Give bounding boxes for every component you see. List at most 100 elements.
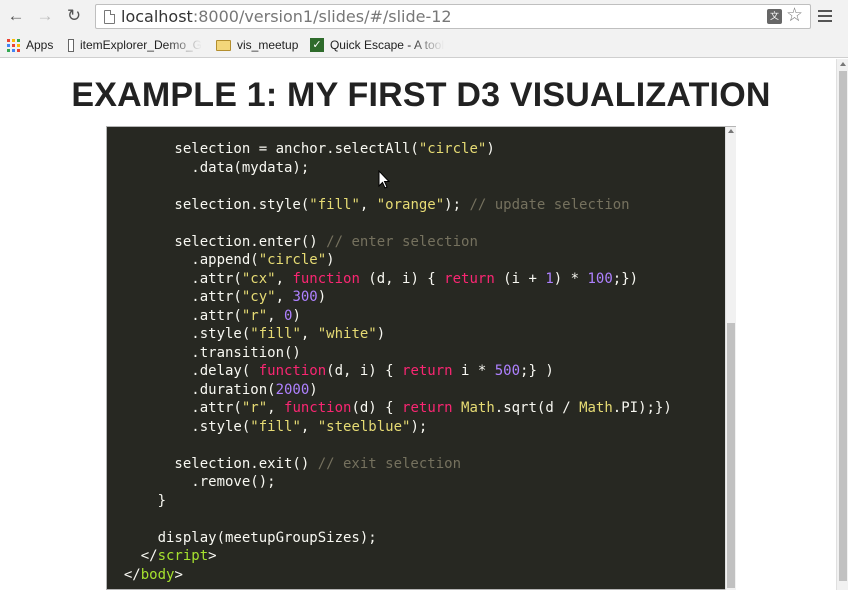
code-token: 300 (292, 289, 318, 305)
code-token: .sqrt(d / (494, 400, 580, 416)
code-line: .attr("r", function(d) { return Math.sqr… (107, 399, 727, 418)
code-token: .style( (107, 418, 251, 435)
code-token: ;}) (612, 270, 639, 287)
translate-icon[interactable]: 文 (767, 9, 782, 24)
code-token: .style( (107, 326, 251, 342)
slide-title: EXAMPLE 1: MY FIRST D3 VISUALIZATION (71, 76, 771, 114)
address-bar[interactable]: localhost:8000/version1/slides/#/slide-1… (95, 4, 811, 29)
code-token: ) (486, 141, 495, 157)
code-token: </ (107, 566, 141, 583)
bookmark-apps[interactable]: Apps (7, 37, 53, 53)
code-line: </script> (107, 547, 727, 566)
browser-toolbar: ← → ↻ localhost:8000/version1/slides/#/s… (0, 0, 848, 33)
code-token: , (300, 418, 318, 435)
code-block: selection = anchor.selectAll( "circle") .… (106, 126, 736, 590)
bookmark-itemexplorer[interactable]: itemExplorer_Demo_G (68, 37, 202, 53)
code-token: (d, i) { (359, 270, 445, 287)
code-token: (d, i) { (326, 363, 403, 379)
code-token: function (284, 400, 352, 416)
code-token: ) (326, 252, 335, 268)
code-token: ) (309, 381, 318, 398)
code-token: 500 (494, 363, 521, 379)
forward-arrow-icon[interactable]: → (35, 6, 55, 26)
scroll-up-arrow-icon[interactable] (840, 62, 846, 66)
scroll-up-arrow-icon[interactable] (728, 129, 734, 133)
bookmarks-bar: Apps itemExplorer_Demo_G vis_meetup ✓ Qu… (0, 33, 848, 58)
url-path: :8000/version1/slides/#/slide-12 (192, 7, 452, 26)
code-token: return (402, 400, 453, 416)
code-line: } (107, 492, 727, 511)
code-line: .transition() (107, 344, 727, 363)
code-token: function (258, 363, 327, 379)
code-scrollbar[interactable] (725, 127, 736, 590)
code-token: .transition() (107, 344, 301, 361)
code-token: .delay( (107, 363, 259, 379)
menu-icon[interactable] (818, 10, 832, 22)
bookmark-label: Apps (26, 38, 54, 52)
code-line: display(meetupGroupSizes); (107, 529, 727, 548)
code-token: "circle" (258, 252, 327, 268)
code-line: selection.style("fill", "orange"); // up… (107, 196, 727, 215)
code-token: .attr( (107, 307, 242, 324)
code-token: ); (410, 418, 428, 435)
code-token: Math (461, 400, 495, 416)
page-scrollbar[interactable] (836, 59, 848, 590)
code-token: i * (452, 363, 495, 379)
code-token: .append( (107, 252, 259, 268)
page-scrollbar-thumb[interactable] (839, 71, 847, 581)
code-token: , (359, 196, 377, 213)
code-line: .append("circle") (107, 251, 727, 270)
code-line: .attr("cx", function (d, i) { return (i … (107, 270, 727, 289)
code-token: selection.exit() (107, 455, 318, 472)
code-token: selection.enter() (107, 233, 327, 250)
reload-icon[interactable]: ↻ (64, 6, 84, 26)
code-line: .style("fill", "white") (107, 325, 727, 344)
code-token: .data(mydata); (107, 159, 310, 176)
code-token: .duration( (107, 381, 276, 398)
code-line: .attr("r", 0) (107, 307, 727, 326)
url-host: localhost (121, 7, 193, 26)
code-line: .remove(); (107, 473, 727, 492)
code-line: .data(mydata); (107, 159, 727, 178)
code-token: "fill" (250, 418, 301, 435)
code-token: // update selection (469, 196, 630, 213)
code-token: "cx" (241, 270, 276, 287)
code-token: , (267, 307, 285, 324)
code-token: .attr( (107, 289, 242, 305)
code-token: .PI);}) (612, 400, 672, 416)
code-token: selection = anchor.selectAll( (107, 141, 419, 157)
code-line: selection.exit() // exit selection (107, 455, 727, 474)
code-text: selection = anchor.selectAll( "circle") .… (107, 140, 727, 584)
code-line: .delay( function(d, i) { return i * 500;… (107, 362, 727, 381)
bookmark-star-icon[interactable]: ☆ (786, 5, 803, 27)
code-token: 1 (545, 270, 554, 287)
code-token: "r" (241, 400, 268, 416)
back-arrow-icon[interactable]: ← (6, 6, 26, 26)
url-text[interactable]: localhost:8000/version1/slides/#/slide-1… (121, 8, 452, 26)
code-token: Math (579, 400, 613, 416)
code-token: } (107, 492, 167, 509)
code-token: selection.style( (107, 196, 310, 213)
code-token: .attr( (107, 400, 242, 416)
code-line: selection.enter() // enter selection (107, 233, 727, 252)
mouse-cursor-icon (378, 170, 390, 189)
code-line: .style("fill", "steelblue"); (107, 418, 727, 437)
code-token: "r" (241, 307, 268, 324)
code-token: display(meetupGroupSizes); (107, 529, 377, 546)
code-token: // enter selection (326, 233, 478, 250)
bookmark-vis-meetup[interactable]: vis_meetup (216, 37, 298, 53)
bookmark-quick-escape[interactable]: ✓ Quick Escape - A tool (310, 37, 444, 53)
code-token: </ (107, 548, 158, 564)
code-token: (d) { (351, 400, 403, 416)
code-token: "steelblue" (317, 418, 411, 435)
code-token: , (267, 400, 285, 416)
code-token: // exit selection (317, 455, 462, 472)
code-line: .attr("cy", 300) (107, 288, 727, 307)
code-scrollbar-thumb[interactable] (727, 323, 735, 588)
code-token: (i + (494, 270, 546, 287)
code-token: , (275, 270, 293, 287)
apps-grid-icon (7, 38, 20, 52)
